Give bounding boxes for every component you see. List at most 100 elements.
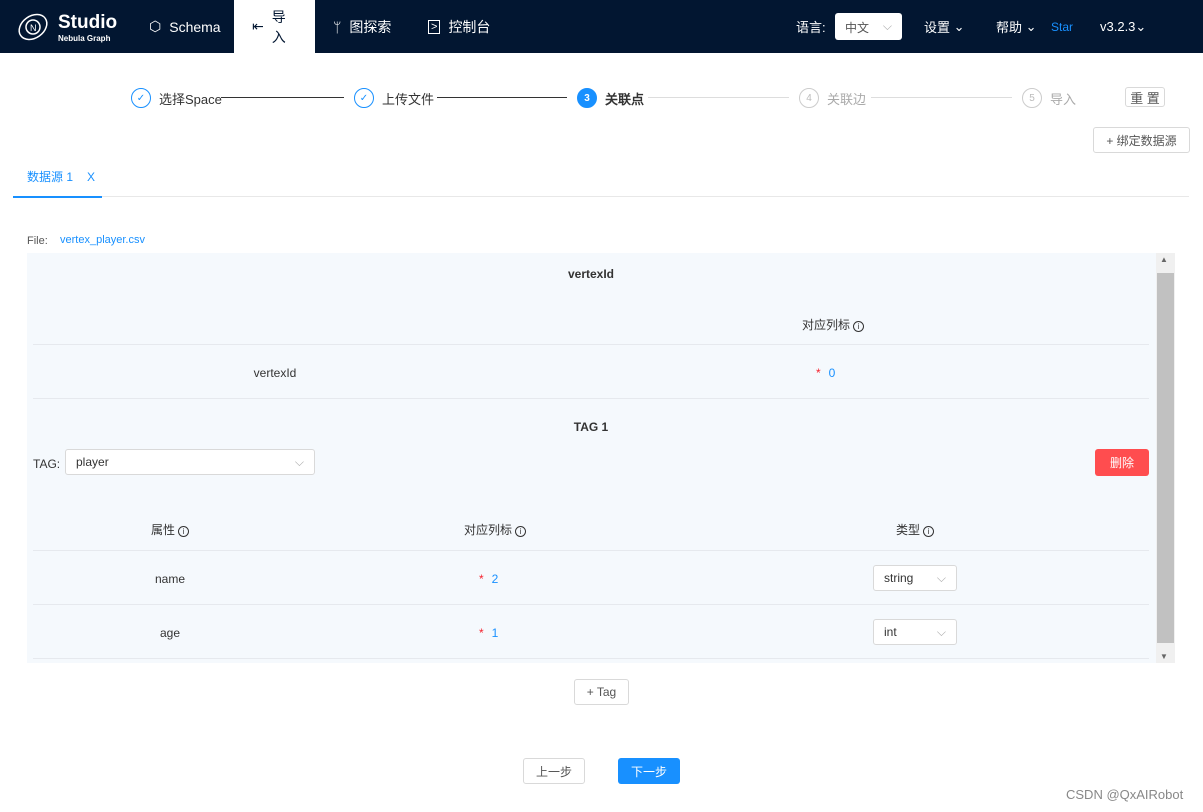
type-select[interactable]: string ⌵ [873,565,957,591]
reset-button[interactable]: 重 置 [1125,87,1165,107]
scroll-down-icon[interactable]: ▼ [1160,652,1168,661]
step-label: 选择Space [159,91,222,107]
info-icon[interactable]: i [853,321,865,332]
divider [33,344,1149,345]
divider [33,658,1149,659]
file-label: File: [27,235,48,247]
step-5: 5 导入 [1022,88,1076,108]
chevron-down-icon: ⌄ [1135,18,1147,34]
top-nav: N Studio Nebula Graph ⬡ Schema ⇤ 导入 ᛘ 图探索 >… [0,0,1203,53]
bind-data-source-button[interactable]: + 绑定数据源 [1093,127,1190,153]
chevron-down-icon: ⌵ [936,570,946,585]
value: 1 [491,626,499,640]
tab-data-source-1[interactable]: 数据源 1 X [13,168,102,198]
step-number: 3 [577,88,597,108]
watermark: CSDN @QxAIRobot [1066,787,1184,802]
value: 2 [491,572,499,586]
scroll-up-icon[interactable]: ▲ [1160,255,1168,264]
tag-select[interactable]: player ⌵ [65,449,315,475]
nav-explore[interactable]: ᛘ 图探索 [315,0,409,53]
nav-import[interactable]: ⇤ 导入 [234,0,315,53]
header-label: 类型 [895,523,920,537]
chevron-down-icon: ⌄ [1025,18,1037,34]
help-menu[interactable]: 帮助 ⌄ [996,0,1037,53]
vertex-row-name: vertexId [253,366,297,380]
file-name-link[interactable]: vertex_player.csv [60,234,145,246]
type-select[interactable]: int ⌵ [873,619,957,645]
tag-value: player [76,455,109,469]
nav-label: 图探索 [349,18,392,35]
studio-logo[interactable]: N Studio Nebula Graph [16,8,126,46]
header-column: 对应列标 i [445,521,545,538]
vertex-section-title: vertexId [567,267,615,281]
vertex-col-value[interactable]: * 0 [816,366,835,380]
chevron-down-icon: ⌄ [953,18,965,34]
previous-step-button[interactable]: 上一步 [523,758,585,784]
tag-label: TAG: [33,457,61,471]
step-label: 关联边 [827,91,867,107]
step-2: ✓ 上传文件 [354,88,434,108]
scrollbar[interactable]: ▲ ▼ [1156,253,1175,663]
header-type: 类型 i [865,521,965,538]
step-connector [871,97,1012,98]
column-value[interactable]: * 1 [479,626,498,640]
terminal-icon: > [428,19,441,34]
close-icon[interactable]: X [87,170,95,184]
nav-label: 导入 [271,8,286,45]
tab-label: 数据源 1 [27,170,74,184]
settings-label: 设置 [924,20,951,35]
nebula-logo-icon: N [18,13,48,41]
info-icon[interactable]: i [923,526,934,537]
step-connector [648,97,789,98]
divider [33,398,1149,399]
header-label: 对应列标 [802,318,851,332]
chevron-down-icon: ⌵ [936,624,946,639]
nav-schema[interactable]: ⬡ Schema [131,0,239,53]
next-step-button[interactable]: 下一步 [618,758,680,784]
type-value: string [884,571,914,585]
step-connector [437,97,567,98]
import-icon: ⇤ [252,18,264,34]
check-icon: ✓ [354,88,374,108]
help-label: 帮助 [996,20,1023,35]
logo-title: Studio [58,12,118,33]
language-select[interactable]: 中文 ⌵ [835,13,902,40]
svg-text:N: N [30,23,37,33]
language-value: 中文 [845,21,870,35]
step-label: 上传文件 [382,91,435,107]
logo-subtitle: Nebula Graph [58,34,111,43]
step-label: 关联点 [605,91,645,107]
delete-tag-button[interactable]: 删除 [1095,449,1149,476]
step-3: 3 关联点 [577,88,644,108]
hexagon-icon: ⬡ [149,18,162,34]
property-name: name [154,572,186,586]
step-number: 5 [1022,88,1042,108]
chevron-down-icon: ⌵ [882,19,892,33]
check-icon: ✓ [131,88,151,108]
header-label: 属性 [150,523,175,537]
branch-icon: ᛘ [333,18,342,35]
add-tag-button[interactable]: + Tag [574,679,629,705]
type-value: int [884,625,897,639]
header-property: 属性 i [120,521,220,538]
step-number: 4 [799,88,819,108]
divider [33,604,1149,605]
settings-menu[interactable]: 设置 ⌄ [924,0,965,53]
nav-console[interactable]: > 控制台 [410,0,508,53]
scrollbar-thumb[interactable] [1157,273,1174,643]
value: 0 [828,366,836,380]
vertex-col-header: 对应列标 i [802,316,865,333]
info-icon[interactable]: i [178,526,189,537]
step-connector [221,97,344,98]
step-4: 4 关联边 [799,88,866,108]
info-icon[interactable]: i [515,526,526,537]
column-value[interactable]: * 2 [479,572,498,586]
chevron-down-icon: ⌵ [294,454,304,469]
language-label: 语言: [796,20,826,35]
nav-label: 控制台 [448,18,491,35]
step-label: 导入 [1050,91,1077,107]
version-label: v3.2.3 [1100,19,1136,34]
version-menu[interactable]: v3.2.3 ⌄ [1100,0,1146,53]
star-link[interactable]: Star [1051,0,1073,53]
nav-label: Schema [169,18,221,35]
